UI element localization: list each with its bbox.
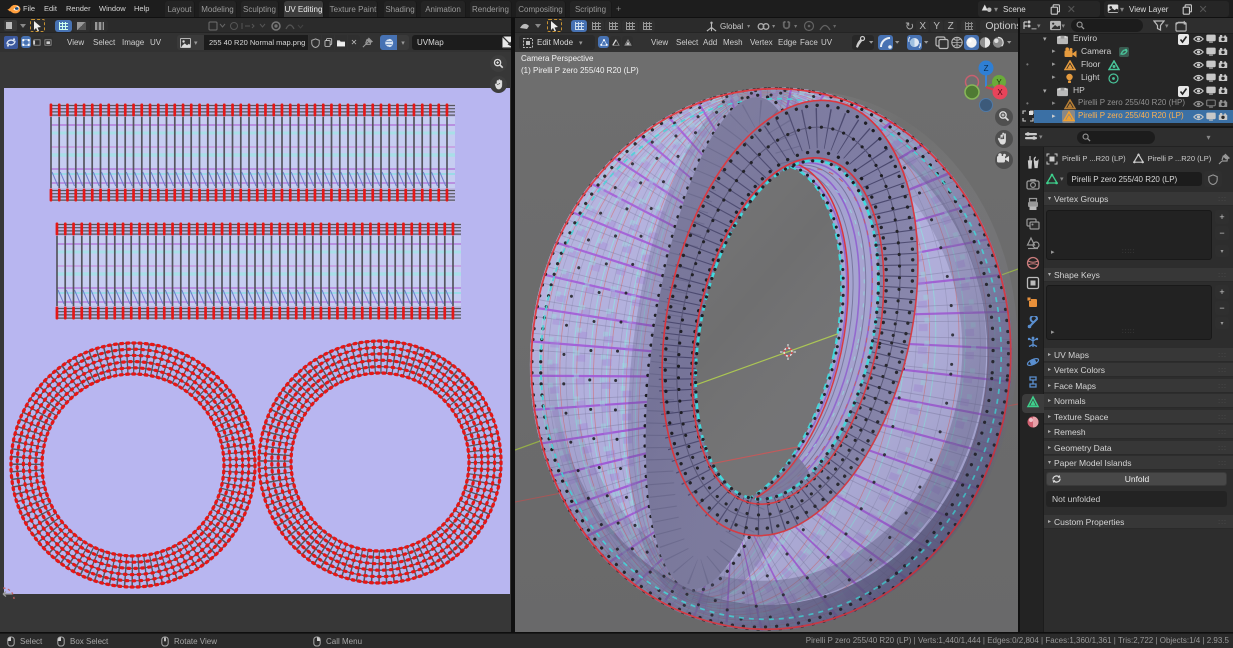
svg-text:Z: Z <box>984 64 989 73</box>
svg-text:Camera Perspective: Camera Perspective <box>521 54 594 63</box>
svg-text:(1) Pirelli P zero 255/40 R20: (1) Pirelli P zero 255/40 R20 (LP) <box>521 66 639 75</box>
svg-text:X: X <box>997 88 1003 97</box>
